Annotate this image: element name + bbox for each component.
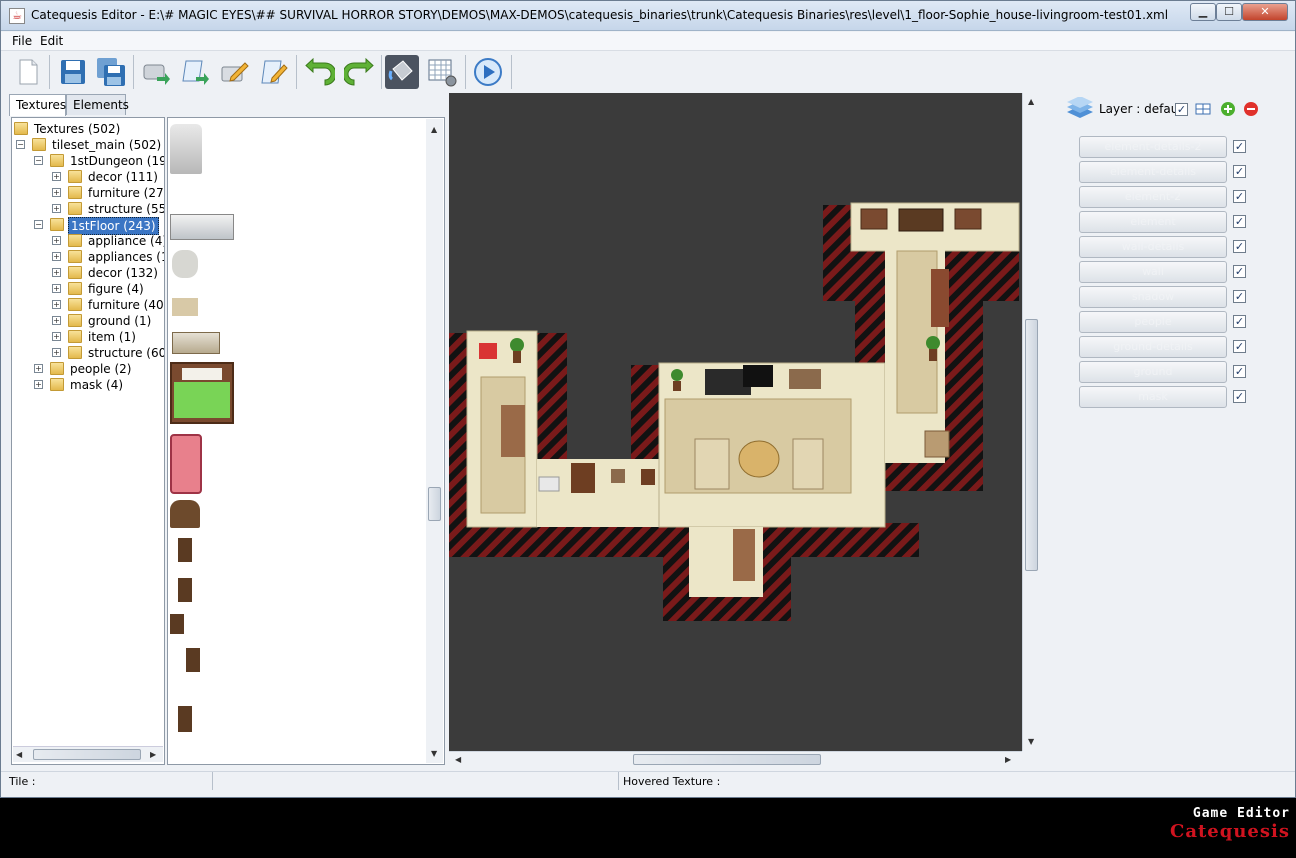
layer-visible-checkbox[interactable]: ✓ [1233, 140, 1246, 153]
layer-button-ground[interactable]: ground [1079, 361, 1227, 383]
menu-edit[interactable]: Edit [40, 34, 63, 48]
brand-watermark: Game Editor Catequesis [1170, 806, 1290, 850]
layer-button-element-details-2[interactable]: element-details-2 [1079, 136, 1227, 158]
texture-bed-green[interactable] [170, 362, 234, 424]
close-button[interactable]: ✕ [1242, 3, 1288, 21]
save-icon[interactable] [56, 55, 90, 89]
editor-window: ☕ Catequesis Editor - E:\# MAGIC EYES\##… [0, 0, 1296, 798]
layer-visible-checkbox[interactable]: ✓ [1233, 240, 1246, 253]
layer-panel: Layer : default ✓ element-details-2 ✓ ele… [1061, 93, 1281, 423]
map-horizontal-scrollbar[interactable]: ◀ ▶ [449, 751, 1022, 767]
layer-row: ground ✓ [1079, 361, 1251, 383]
layer-row: shadow ✓ [1079, 286, 1251, 308]
texture-toilet[interactable] [172, 250, 198, 278]
import-icon[interactable] [178, 55, 212, 89]
menu-bar: File Edit [1, 32, 1295, 51]
level-map[interactable] [449, 93, 1022, 751]
layer-row: element ✓ [1079, 211, 1251, 233]
texture-palette [167, 117, 445, 765]
layer-button-wall-details[interactable]: wall-details [1079, 236, 1227, 258]
play-icon[interactable] [471, 55, 505, 89]
texture-chair-4[interactable] [186, 648, 200, 672]
layer-button-element-2[interactable]: element-2 [1079, 186, 1227, 208]
grid-settings-icon[interactable] [425, 55, 459, 89]
texture-chair-1[interactable] [178, 538, 192, 562]
layer-row: people ✓ [1079, 311, 1251, 333]
export-icon[interactable] [139, 55, 173, 89]
layer-header: Layer : default ✓ [1061, 93, 1281, 125]
texture-stove[interactable] [170, 124, 202, 174]
layer-visible-checkbox[interactable]: ✓ [1233, 190, 1246, 203]
layer-button-people[interactable]: people [1079, 311, 1227, 333]
edit-document-icon[interactable] [256, 55, 290, 89]
add-layer-icon[interactable] [1220, 101, 1236, 117]
layer-visible-checkbox[interactable]: ✓ [1233, 340, 1246, 353]
layer-visible-checkbox[interactable]: ✓ [1233, 365, 1246, 378]
menu-file[interactable]: File [12, 34, 32, 48]
layer-row: mask ✓ [1079, 386, 1251, 408]
layer-button-mask[interactable]: mask [1079, 386, 1227, 408]
brand-line-2: Catequesis [1170, 821, 1290, 842]
paint-bucket-icon[interactable] [385, 55, 419, 89]
tab-textures[interactable]: Textures [9, 94, 66, 116]
layer-button-ground-details[interactable]: ground-details [1079, 336, 1227, 358]
current-layer-visible-checkbox[interactable]: ✓ [1175, 103, 1188, 116]
maximize-button[interactable]: ☐ [1216, 3, 1242, 21]
layer-visible-checkbox[interactable]: ✓ [1233, 215, 1246, 228]
minimize-button[interactable]: ▁ [1190, 3, 1216, 21]
layer-button-shadow[interactable]: shadow [1079, 286, 1227, 308]
layer-visible-checkbox[interactable]: ✓ [1233, 290, 1246, 303]
layer-row: wall-details ✓ [1079, 236, 1251, 258]
layer-visible-checkbox[interactable]: ✓ [1233, 165, 1246, 178]
texture-bed-pink[interactable] [170, 434, 202, 494]
layer-row: element-details-2 ✓ [1079, 136, 1251, 158]
redo-icon[interactable] [342, 55, 376, 89]
java-app-icon: ☕ [9, 8, 25, 24]
texture-mirror[interactable] [170, 500, 200, 528]
save-all-icon[interactable] [94, 55, 128, 89]
toolbar [1, 51, 1295, 93]
brand-line-1: Game Editor [1192, 806, 1290, 821]
title-bar: ☕ Catequesis Editor - E:\# MAGIC EYES\##… [1, 1, 1295, 31]
texture-chair-5[interactable] [178, 706, 192, 732]
remove-layer-icon[interactable] [1243, 101, 1259, 117]
status-tile: Tile : [9, 775, 36, 788]
layer-row: wall ✓ [1079, 261, 1251, 283]
layer-button-wall[interactable]: wall [1079, 261, 1227, 283]
texture-chair-3[interactable] [170, 614, 184, 634]
status-bar: Tile : Hovered Texture : [1, 771, 1295, 791]
layer-row: element-details ✓ [1079, 161, 1251, 183]
layer-button-element[interactable]: element [1079, 211, 1227, 233]
texture-vertical-scrollbar[interactable]: ▲ ▼ [426, 119, 443, 763]
texture-box[interactable] [172, 298, 198, 316]
texture-tree: Textures (502) − tileset_main (502) −1stD… [11, 117, 165, 765]
current-layer-label: Layer : default [1099, 102, 1187, 116]
tree-horizontal-scrollbar[interactable]: ◀ ▶ [13, 746, 163, 762]
undo-icon[interactable] [303, 55, 337, 89]
layer-visible-checkbox[interactable]: ✓ [1233, 390, 1246, 403]
layer-row: ground-details ✓ [1079, 336, 1251, 358]
layer-visible-checkbox[interactable]: ✓ [1233, 315, 1246, 328]
layer-button-element-details[interactable]: element-details [1079, 161, 1227, 183]
texture-chair-2[interactable] [178, 578, 192, 602]
status-hovered-texture: Hovered Texture : [623, 775, 721, 788]
texture-sink[interactable] [172, 332, 220, 354]
edit-icon[interactable] [217, 55, 251, 89]
layer-properties-icon[interactable] [1195, 101, 1211, 117]
tab-elements[interactable]: Elements [66, 94, 129, 115]
map-canvas[interactable] [449, 93, 1022, 751]
map-vertical-scrollbar[interactable]: ▲ ▼ [1022, 93, 1039, 751]
new-file-icon[interactable] [11, 55, 45, 89]
layer-row: element-2 ✓ [1079, 186, 1251, 208]
layers-icon [1067, 97, 1093, 118]
window-title: Catequesis Editor - E:\# MAGIC EYES\## S… [31, 8, 1169, 22]
texture-radiator[interactable] [170, 214, 234, 240]
layer-visible-checkbox[interactable]: ✓ [1233, 265, 1246, 278]
